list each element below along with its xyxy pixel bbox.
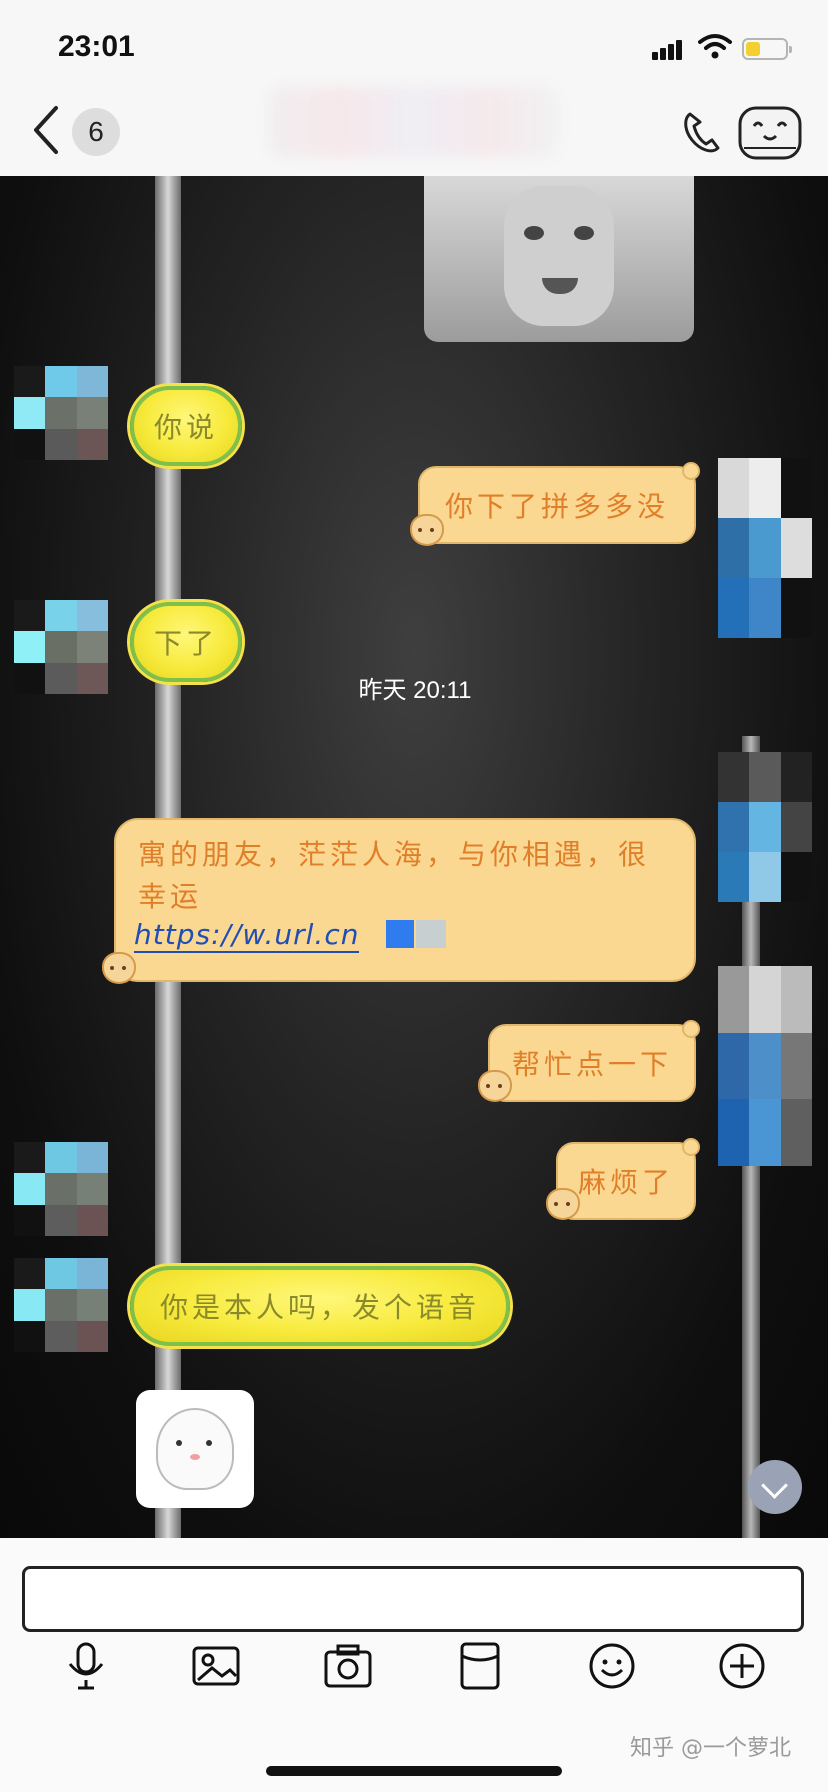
link-redacted-block [416,920,446,948]
link-redacted-block [386,920,414,948]
unread-count-badge[interactable]: 6 [72,108,120,156]
avatar-left[interactable] [14,1258,108,1352]
cat-bubble-icon [478,1070,512,1102]
cat-bubble-icon [410,514,444,546]
message-input[interactable] [22,1566,804,1632]
timestamp: 昨天 20:11 [358,677,472,704]
signal-icon [652,38,688,60]
message-bubble[interactable]: 下了 [130,602,242,682]
avatar-right[interactable] [718,752,812,902]
avatar-left[interactable] [14,366,108,460]
message-bubble[interactable]: 你说 [130,386,242,466]
message-bubble[interactable]: 你是本人吗，发个语音 [130,1266,510,1346]
avatar-left[interactable] [14,1142,108,1236]
phone-call-icon[interactable] [680,108,724,156]
cat-bubble-icon [102,952,136,984]
cat-bubble-icon [546,1188,580,1220]
chat-title-blurred [268,86,558,158]
chat-area[interactable]: 你说 你下了拼多多没 下了 昨天 20:11 寓的朋友，茫茫人海，与你相遇，很幸… [0,176,828,1538]
microphone-icon[interactable] [60,1640,112,1692]
share-message-link[interactable]: https://w.url.cn [134,918,360,953]
red-packet-icon[interactable] [454,1640,506,1692]
avatar-right[interactable] [718,966,812,1166]
image-icon[interactable] [190,1640,242,1692]
status-time: 23:01 [58,30,135,63]
message-bubble[interactable]: 你下了拼多多没 [418,462,700,544]
emoji-icon[interactable] [586,1640,638,1692]
avatar-left[interactable] [14,600,108,694]
home-indicator[interactable] [266,1766,562,1776]
share-message-text: 寓的朋友，茫茫人海，与你相遇，很幸运 [138,838,651,913]
camera-icon[interactable] [322,1640,374,1692]
message-bubble[interactable]: 帮忙点一下 [488,1020,700,1102]
share-message-bubble[interactable]: 寓的朋友，茫茫人海，与你相遇，很幸运 https://w.url.cn [114,818,696,982]
scroll-down-button[interactable] [748,1460,802,1514]
sticker-message[interactable] [136,1390,254,1508]
wifi-icon [698,34,732,59]
plus-icon[interactable] [716,1640,768,1692]
avatar-right[interactable] [718,458,812,638]
top-bar: 23:01 6 [0,0,828,176]
bottom-bar: 知乎 @一个萝北 [0,1538,828,1792]
chat-robot-avatar-icon[interactable] [734,98,806,164]
photo-sticker-message[interactable] [424,176,694,342]
battery-icon [742,38,792,60]
back-button[interactable] [30,104,60,156]
watermark: 知乎 @一个萝北 [630,1736,791,1761]
